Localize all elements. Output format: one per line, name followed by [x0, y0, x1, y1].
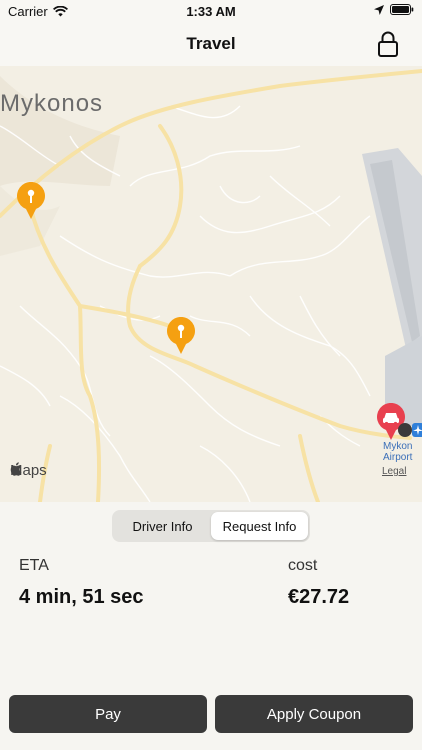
lock-button[interactable] — [376, 30, 400, 58]
location-arrow-icon — [374, 4, 384, 15]
map-roads — [0, 69, 422, 502]
info-segmented-control: Driver Info Request Info — [112, 510, 310, 542]
cost-value: €27.72 — [288, 586, 350, 608]
legal-link[interactable]: Legal — [382, 466, 406, 477]
map-pin-icon — [17, 182, 45, 219]
location-pin-pickup[interactable] — [16, 182, 46, 220]
airport-label-line2: Airport — [383, 452, 413, 463]
map-label-airport: Mykon Airport — [383, 441, 412, 463]
apple-logo-icon — [10, 462, 22, 476]
lock-icon — [378, 31, 398, 57]
apple-maps-logo: Maps — [10, 462, 47, 479]
tab-request-info[interactable]: Request Info — [211, 512, 308, 540]
tab-driver-info[interactable]: Driver Info — [114, 512, 211, 540]
eta-label: ETA — [19, 557, 49, 574]
map-view[interactable]: Mykonos Mykon Airport Maps Legal — [0, 66, 422, 502]
map-pin-icon — [167, 317, 195, 354]
pay-button[interactable]: Pay — [9, 695, 207, 733]
page-title: Travel — [186, 34, 236, 53]
status-bar: Carrier 1:33 AM — [0, 0, 422, 22]
cost-label: cost — [288, 557, 318, 574]
status-time: 1:33 AM — [186, 4, 236, 19]
navigation-bar: Travel — [0, 22, 422, 67]
airport-marker-icon — [398, 423, 412, 437]
location-pin-destination[interactable] — [166, 317, 196, 355]
map-label-town: Mykonos — [0, 90, 104, 117]
airport-label-line1: Mykon — [383, 441, 413, 452]
status-right — [374, 4, 414, 15]
airplane-icon — [412, 423, 422, 437]
eta-value: 4 min, 51 sec — [19, 586, 144, 608]
apply-coupon-button[interactable]: Apply Coupon — [215, 695, 413, 733]
battery-icon — [390, 4, 414, 15]
